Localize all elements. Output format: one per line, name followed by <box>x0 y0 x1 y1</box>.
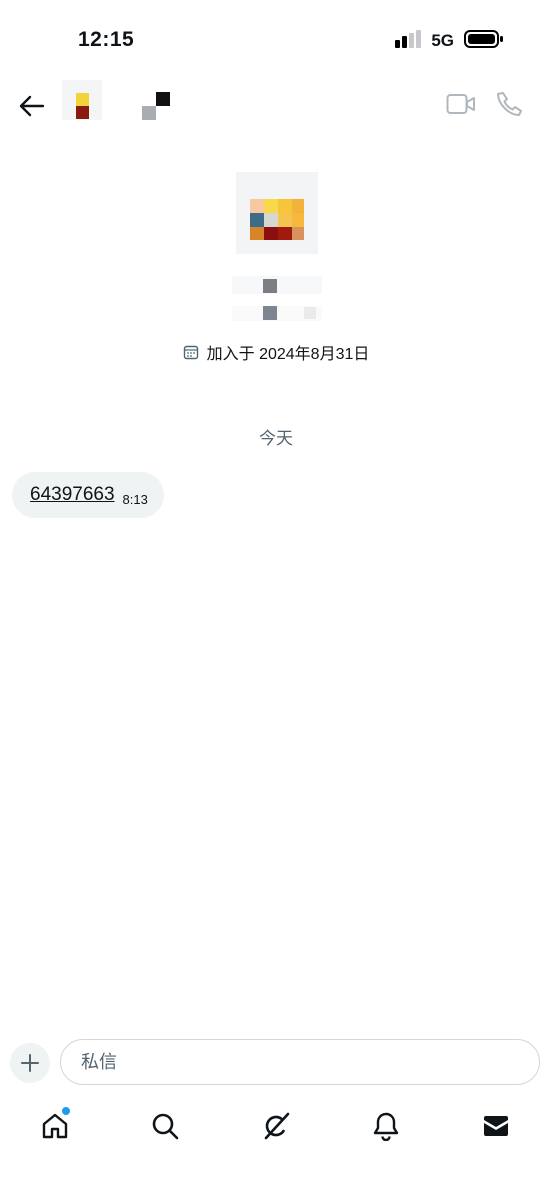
nav-messages[interactable] <box>476 1106 516 1146</box>
message-bubble[interactable]: 64397663 8:13 <box>12 472 164 518</box>
grok-icon <box>264 1112 290 1140</box>
voice-call-button[interactable] <box>496 90 528 122</box>
profile-avatar[interactable] <box>236 172 318 254</box>
header-username[interactable] <box>142 92 172 120</box>
message-input-container <box>60 1039 540 1085</box>
date-separator: 今天 <box>259 429 293 448</box>
search-icon <box>152 1113 179 1140</box>
join-date-row: 加入于 2024年8月31日 <box>0 340 552 364</box>
back-button[interactable] <box>16 90 48 122</box>
network-type: 5G <box>431 31 454 50</box>
header-avatar[interactable] <box>62 80 102 120</box>
bell-icon <box>373 1112 399 1141</box>
video-call-button[interactable] <box>446 92 478 120</box>
nav-grok[interactable] <box>256 1106 296 1146</box>
join-date-text: 加入于 2024年8月31日 <box>206 346 370 363</box>
nav-notifications[interactable] <box>366 1106 406 1146</box>
phone-icon <box>497 92 522 116</box>
message-text-link[interactable]: 64397663 <box>30 484 115 506</box>
status-indicators: 5G <box>395 28 504 54</box>
add-media-button[interactable] <box>10 1043 50 1083</box>
profile-display-name <box>232 276 322 296</box>
signal-icon <box>395 29 422 53</box>
video-camera-icon <box>446 94 475 114</box>
mail-icon <box>484 1116 508 1136</box>
battery-icon <box>464 29 504 54</box>
notification-dot <box>61 1106 71 1116</box>
nav-search[interactable] <box>145 1106 185 1146</box>
message-timestamp: 8:13 <box>122 491 148 507</box>
status-time: 12:15 <box>78 28 135 51</box>
arrow-left-icon <box>19 95 45 117</box>
profile-handle <box>232 306 322 322</box>
calendar-icon <box>183 345 198 360</box>
message-input[interactable] <box>79 1050 521 1074</box>
plus-icon <box>21 1054 39 1072</box>
